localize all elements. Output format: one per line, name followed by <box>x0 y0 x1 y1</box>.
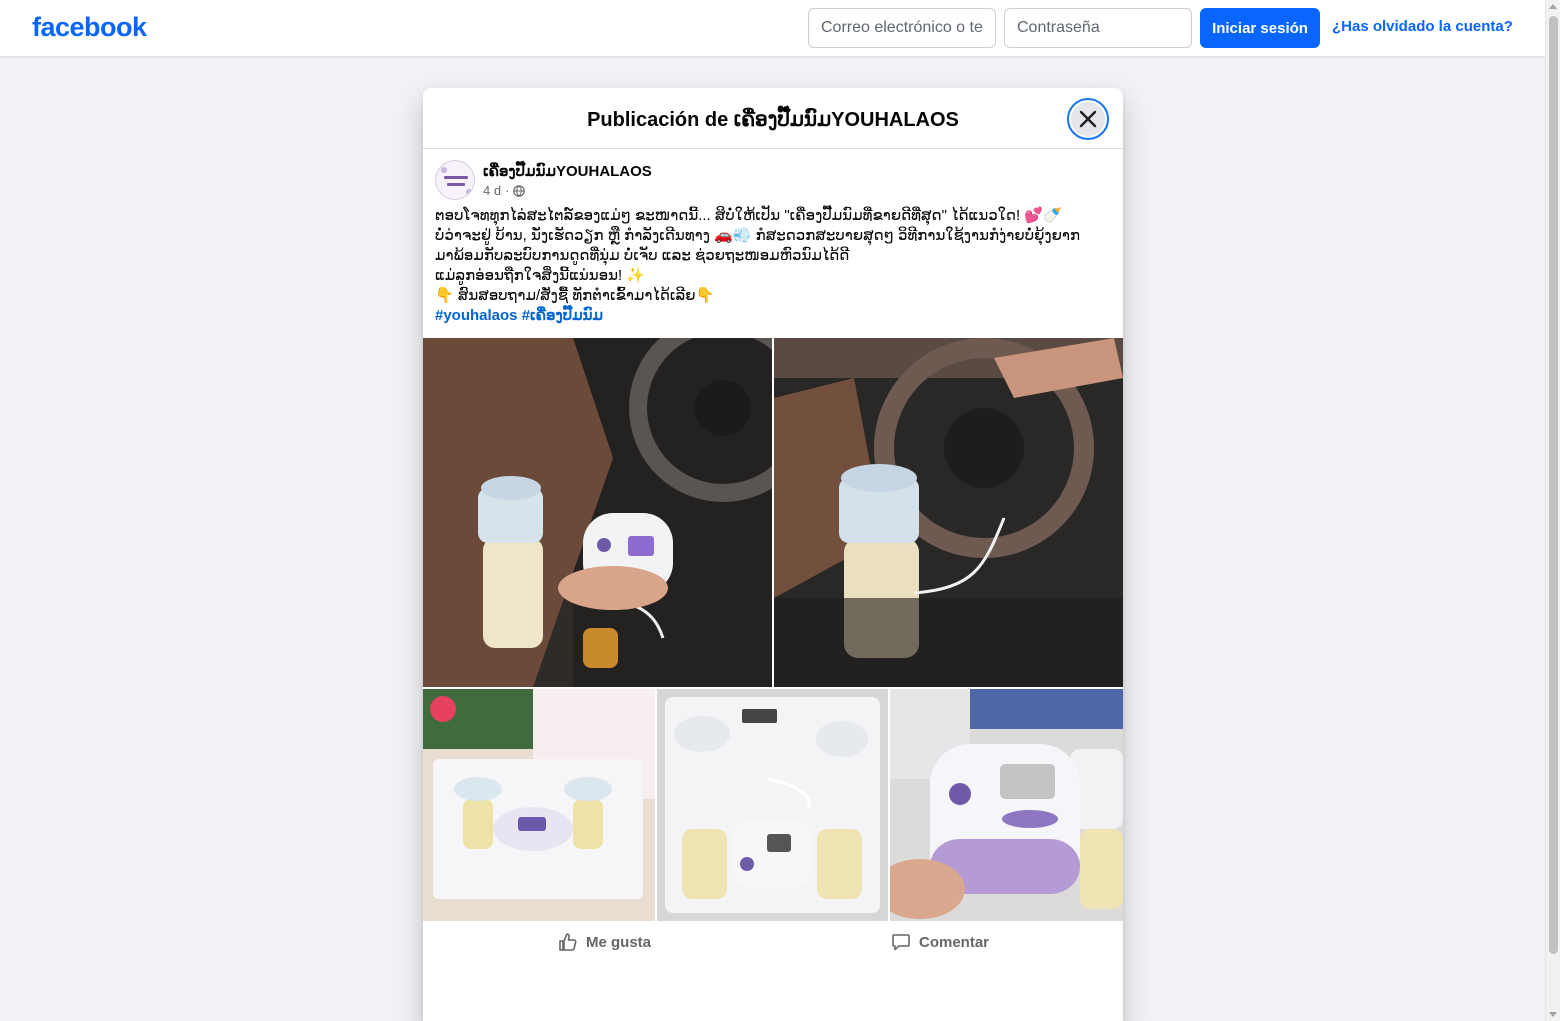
post-text: ຕອບໂຈທທຸກໄລ່ສະໄຕລ໌ຂອງແມ່ໆ ຂະໜາດນີ້... ສິ… <box>435 206 1111 326</box>
hashtag-link[interactable]: #youhalaos <box>435 307 518 324</box>
post-line: ຕອບໂຈທທຸກໄລ່ສະໄຕລ໌ຂອງແມ່ໆ ຂະໜາດນີ້... ສິ… <box>435 207 1062 224</box>
post-meta: 4 d · <box>483 183 526 198</box>
password-input[interactable] <box>1004 8 1192 48</box>
hashtag-link[interactable]: #ເຄື່ອງປັ໊ມນົມ <box>522 307 603 324</box>
globe-icon <box>513 184 526 197</box>
post-photo[interactable] <box>657 689 888 921</box>
page-scrollbar[interactable] <box>1545 0 1560 1021</box>
meta-separator: · <box>505 183 510 198</box>
youhalaos-logo-icon <box>437 162 474 199</box>
dialog-header: Publicación de ເຄື່ອງປັ໊ມນົມYOUHALAOS <box>423 88 1123 149</box>
page-name[interactable]: ເຄື່ອງປັ໊ມນົມYOUHALAOS <box>483 162 652 180</box>
close-button[interactable] <box>1067 98 1109 140</box>
post-photo[interactable] <box>423 689 655 921</box>
post-photo[interactable] <box>774 338 1123 687</box>
scroll-down-arrow-icon[interactable] <box>1549 1012 1557 1017</box>
like-button[interactable]: Me gusta <box>558 926 651 958</box>
scrollbar-thumb[interactable] <box>1549 16 1558 954</box>
post-line: ມາພ້ອມກັບລະບົບການດູດທີ່ນຸ່ມ ບໍ່ເຈັບ ແລະ … <box>435 247 850 264</box>
email-input[interactable] <box>808 8 996 48</box>
close-icon <box>1079 110 1097 128</box>
like-label: Me gusta <box>586 933 652 951</box>
comment-icon <box>892 934 910 951</box>
login-button[interactable]: Iniciar sesión <box>1200 8 1320 48</box>
post-line: ແມ່ລູກອ່ອນຖືກໃຈສິ່ງນີ້ແນ່ນອນ! ✨ <box>435 267 646 284</box>
post-dialog: Publicación de ເຄື່ອງປັ໊ມນົມYOUHALAOS ເຄ… <box>423 88 1123 1021</box>
post-actions: Me gusta Comentar <box>423 926 1123 958</box>
comment-label: Comentar <box>919 933 990 951</box>
scroll-up-arrow-icon[interactable] <box>1549 4 1557 9</box>
facebook-logo[interactable]: facebook <box>32 12 147 43</box>
post-photo[interactable] <box>890 689 1123 921</box>
post-line: ບໍ່ວ່າຈະຢູ່ ບ້ານ, ນັ່ງເຮັດວຽກ ຫຼື ກຳລັງເ… <box>435 227 1081 244</box>
avatar[interactable] <box>435 160 475 200</box>
post-photo[interactable] <box>423 338 772 687</box>
top-navigation-bar: facebook Iniciar sesión ¿Has olvidado la… <box>0 0 1545 56</box>
comment-button[interactable]: Comentar <box>891 926 989 958</box>
post-line: 👇 ສົນສອບຖາມ/ສັ່ງຊື້ ທັກຕຳເຂົ້າມາໄດ້ເລີຍ👇 <box>435 287 715 304</box>
dialog-title: Publicación de ເຄື່ອງປັ໊ມນົມYOUHALAOS <box>587 109 959 131</box>
hashtag-line: #youhalaos #ເຄື່ອງປັ໊ມນົມ <box>435 306 1111 326</box>
thumbs-up-icon <box>559 933 577 951</box>
forgot-account-link[interactable]: ¿Has olvidado la cuenta? <box>1332 18 1513 35</box>
post-time[interactable]: 4 d <box>483 183 501 198</box>
